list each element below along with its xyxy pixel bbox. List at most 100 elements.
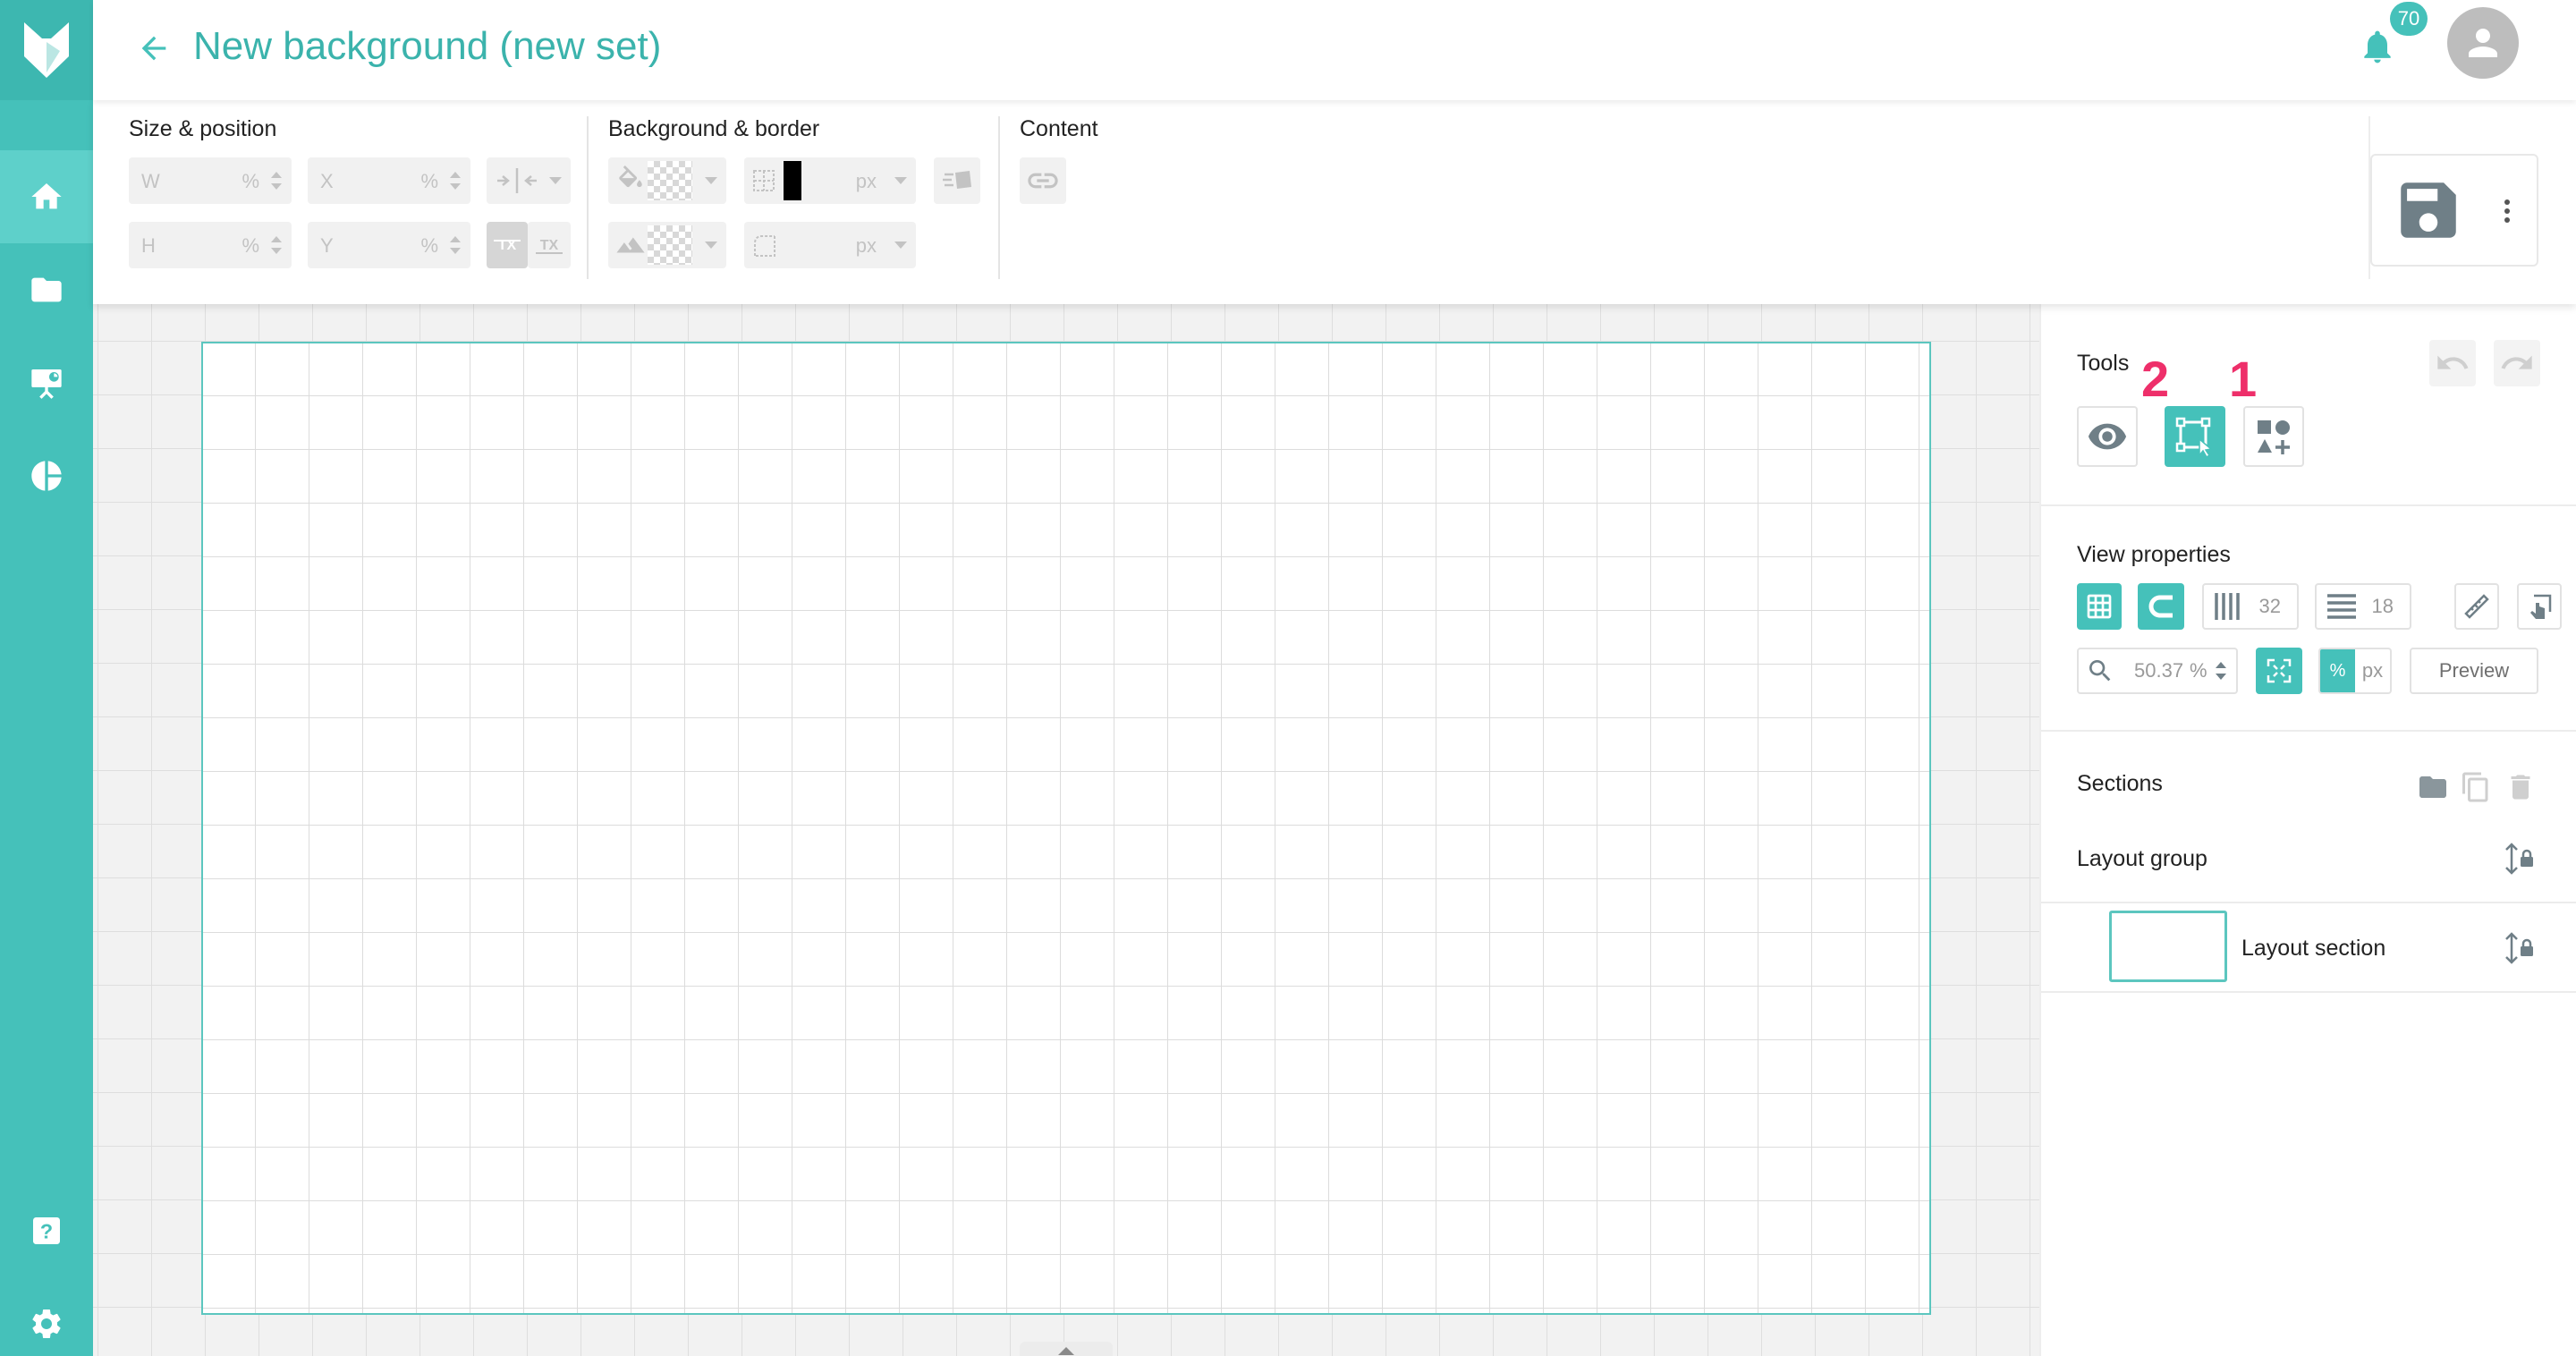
preview-button[interactable]: Preview — [2410, 648, 2538, 694]
border-color-swatch[interactable] — [784, 161, 801, 200]
sidebar-item-presentation[interactable] — [0, 336, 93, 429]
corner-radius-icon — [754, 235, 775, 257]
chevron-down-icon — [705, 242, 717, 249]
guides-toggle-button[interactable] — [2517, 583, 2562, 630]
sidebar-item-home[interactable] — [0, 150, 93, 243]
sidebar-item-folder[interactable] — [0, 243, 93, 336]
app-root: ? New background (new set) 70 Size & pos… — [0, 0, 2576, 1356]
ruler-toggle-button[interactable] — [2454, 583, 2499, 630]
layout-group-lock-button[interactable] — [2501, 841, 2537, 877]
save-button[interactable] — [2390, 172, 2467, 249]
back-button[interactable] — [131, 25, 177, 72]
landscape-icon — [616, 237, 645, 253]
unit-toggle[interactable]: % px — [2318, 648, 2392, 694]
background-image-swatch — [648, 225, 692, 265]
background-image-picker[interactable] — [608, 222, 726, 268]
duplicate-section-button[interactable] — [2458, 769, 2494, 805]
sidebar-item-settings[interactable] — [0, 1277, 93, 1356]
text-fit-height-icon: TX — [536, 238, 563, 254]
canvas-area[interactable] — [93, 304, 2039, 1356]
save-more-button[interactable] — [2494, 188, 2521, 234]
rows-field[interactable]: 18 — [2315, 583, 2411, 630]
resize-lock-icon — [2505, 932, 2533, 964]
size-position-label: Size & position — [129, 116, 277, 141]
toolbar-divider — [587, 116, 589, 279]
y-field-label: Y — [320, 234, 334, 257]
chevron-down-icon — [549, 177, 562, 184]
background-border-label: Background & border — [608, 116, 820, 141]
arrow-left-icon — [141, 36, 166, 61]
left-sidebar: ? — [0, 0, 93, 1356]
unit-percent-option[interactable]: % — [2320, 649, 2355, 692]
shapes-add-icon — [2258, 420, 2290, 454]
stepper-icon[interactable] — [447, 233, 463, 258]
redo-button[interactable] — [2494, 340, 2540, 386]
folder-icon — [2419, 776, 2446, 798]
x-field[interactable]: X % — [308, 157, 470, 204]
border-radius-field[interactable]: px — [744, 222, 916, 268]
sidebar-item-help[interactable]: ? — [0, 1184, 93, 1277]
layout-group-label[interactable]: Layout group — [2077, 846, 2207, 872]
link-button[interactable] — [1020, 157, 1066, 204]
y-field[interactable]: Y % — [308, 222, 470, 268]
stepper-icon[interactable] — [2213, 658, 2229, 683]
tools-label: Tools — [2077, 351, 2130, 376]
stepper-icon[interactable] — [268, 233, 284, 258]
select-tool-button[interactable] — [2165, 406, 2225, 467]
text-fit-width-icon: TX — [494, 238, 521, 253]
sidebar-item-analytics[interactable] — [0, 429, 93, 522]
content-label: Content — [1020, 116, 1098, 141]
bell-icon — [2364, 30, 2391, 64]
link-icon — [1028, 173, 1058, 189]
collapse-panel-tab[interactable] — [1020, 1342, 1113, 1356]
stepper-icon[interactable] — [447, 168, 463, 193]
svg-text:TX: TX — [540, 238, 559, 253]
redo-icon — [2501, 355, 2532, 369]
preview-tool-button[interactable] — [2077, 406, 2138, 467]
add-shape-tool-button[interactable] — [2243, 406, 2304, 467]
annotation-marker-1: 1 — [2229, 351, 2258, 407]
layout-section-thumbnail[interactable] — [2109, 911, 2227, 982]
touch-guides-icon — [2530, 594, 2552, 619]
delete-section-button[interactable] — [2503, 769, 2538, 805]
layout-section-lock-button[interactable] — [2501, 930, 2537, 966]
toolbar-divider — [998, 116, 1000, 279]
grid-toggle-button[interactable] — [2077, 583, 2122, 630]
align-dropdown[interactable] — [487, 157, 571, 204]
width-field[interactable]: W % — [129, 157, 292, 204]
svg-text:?: ? — [40, 1219, 53, 1242]
select-transform-icon — [2175, 417, 2213, 459]
paint-bucket-icon — [619, 165, 642, 188]
stepper-icon[interactable] — [268, 168, 284, 193]
columns-icon — [2215, 593, 2240, 620]
unit-px-option[interactable]: px — [2355, 659, 2390, 682]
x-unit: % — [420, 170, 438, 192]
folder-icon — [31, 277, 62, 302]
rows-icon — [2327, 594, 2356, 619]
fit-screen-icon — [2267, 658, 2292, 683]
border-width-field[interactable]: px — [744, 157, 916, 204]
fill-color-swatch — [648, 161, 692, 200]
y-unit: % — [420, 234, 438, 257]
pie-chart-icon — [31, 461, 62, 491]
height-field[interactable]: H % — [129, 222, 292, 268]
panel-separator — [2041, 902, 2576, 903]
new-folder-button[interactable] — [2415, 769, 2451, 805]
border-options-button[interactable] — [934, 157, 980, 204]
magnet-icon — [2148, 595, 2173, 618]
columns-field[interactable]: 32 — [2202, 583, 2299, 630]
preview-button-label: Preview — [2438, 659, 2510, 682]
x-field-label: X — [320, 170, 334, 192]
text-fit-width-button[interactable]: TX — [487, 222, 528, 268]
layout-section-label[interactable]: Layout section — [2241, 936, 2385, 962]
text-fit-height-button[interactable]: TX — [528, 222, 571, 268]
fit-to-screen-button[interactable] — [2256, 648, 2302, 694]
undo-button[interactable] — [2429, 340, 2476, 386]
zoom-field[interactable]: 50.37 % — [2077, 648, 2238, 694]
user-avatar[interactable] — [2447, 7, 2519, 79]
app-logo[interactable] — [0, 0, 93, 100]
fill-color-picker[interactable] — [608, 157, 726, 204]
artboard[interactable] — [201, 342, 1931, 1315]
panel-separator — [2041, 991, 2576, 993]
snap-toggle-button[interactable] — [2138, 583, 2184, 630]
